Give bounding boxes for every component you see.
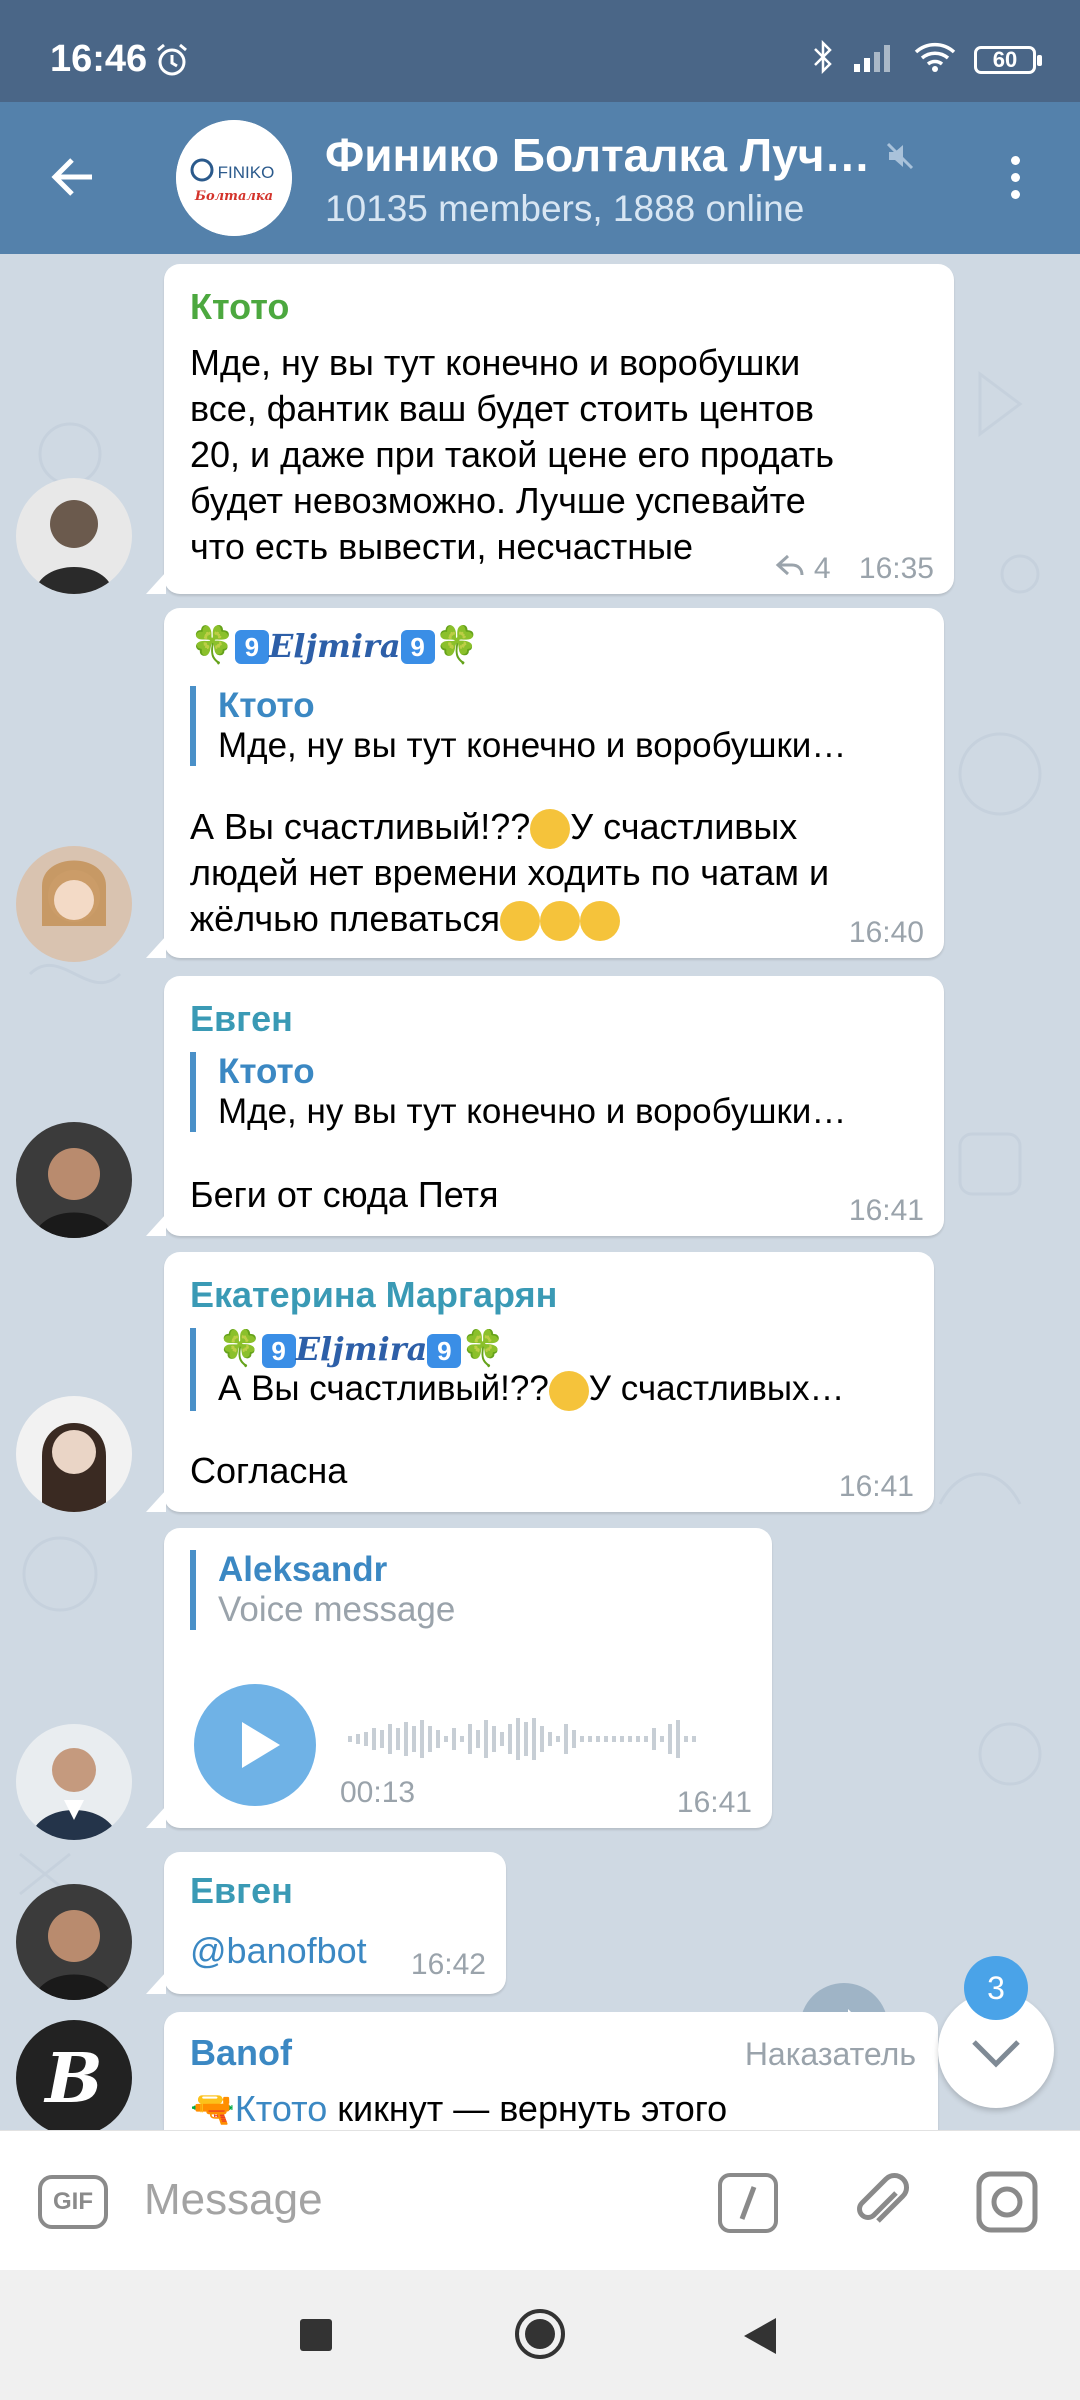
- camera-icon[interactable]: [974, 2169, 1040, 2240]
- avatar[interactable]: [16, 1396, 132, 1512]
- laughing-emoji: [580, 901, 621, 942]
- wifi-icon: [914, 41, 956, 78]
- smile-emoji: [548, 1370, 589, 1411]
- avatar[interactable]: [16, 1724, 132, 1840]
- reply-name: Aleksandr: [218, 1550, 388, 1589]
- sender-name[interactable]: Евген: [190, 1870, 293, 1912]
- reply-preview[interactable]: 🍀 9 Eljmira 9 🍀 А Вы счастливый!?? У счастлив…: [190, 1328, 908, 1411]
- message-bubble[interactable]: 🍀 9 Eljmira 9 🍀 Ктото Мде, ну вы тут конечно…: [146, 608, 944, 958]
- reply-arrow-icon[interactable]: [774, 552, 806, 585]
- avatar[interactable]: [16, 1122, 132, 1238]
- signal-icon: [852, 42, 896, 77]
- avatar-caption: Болталка: [194, 189, 273, 204]
- unread-badge[interactable]: 3: [964, 1956, 1028, 2020]
- reply-count[interactable]: 4: [814, 552, 831, 585]
- avatar[interactable]: [16, 478, 132, 594]
- bot-commands-icon[interactable]: [716, 2171, 780, 2240]
- message-text: А Вы счастливый!?? У счастливых людей нет…: [190, 804, 829, 942]
- message-time: 16:41: [838, 1470, 914, 1503]
- back-nav-icon[interactable]: [740, 2316, 780, 2361]
- attach-icon[interactable]: [848, 2169, 914, 2240]
- reply-preview[interactable]: Ктото Мде, ну вы тут конечно и воробушки…: [190, 686, 918, 766]
- sender-name[interactable]: 🍀 9 Eljmira 9 🍀: [190, 624, 479, 666]
- mention-link[interactable]: @banofbot: [190, 1928, 367, 1974]
- avatar-brand: FINIKO: [218, 163, 275, 182]
- reply-text: Мде, ну вы тут конечно и воробушки…: [218, 1092, 847, 1131]
- voice-waveform[interactable]: [348, 1714, 704, 1764]
- water-gun-icon: 🔫: [190, 2088, 235, 2129]
- clover-icon: 🍀: [434, 624, 480, 665]
- reply-text: Voice message: [218, 1590, 456, 1629]
- back-arrow-icon[interactable]: [48, 152, 98, 207]
- group-avatar[interactable]: FINIKO Болталка: [176, 120, 292, 236]
- message-bubble[interactable]: Ктото Мде, ну вы тут конечно и воробушки…: [146, 264, 954, 594]
- svg-text:B: B: [43, 2039, 102, 2119]
- message-bubble[interactable]: Евген @banofbot 16:42: [146, 1852, 506, 1994]
- bluetooth-icon: [812, 39, 834, 79]
- muted-icon: [884, 140, 916, 177]
- sender-name[interactable]: Екатерина Маргарян: [190, 1274, 557, 1316]
- gif-button[interactable]: GIF: [38, 2175, 108, 2229]
- reply-preview[interactable]: Ктото Мде, ну вы тут конечно и воробушки…: [190, 1052, 918, 1132]
- status-time: 16:46: [50, 38, 148, 80]
- play-icon: [242, 1722, 280, 1768]
- message-bubble[interactable]: Евген Ктото Мде, ну вы тут конечно и вор…: [146, 976, 944, 1236]
- system-navigation-bar: [0, 2270, 1080, 2400]
- message-bubble[interactable]: Екатерина Маргарян 🍀 9 Eljmira 9 🍀 А Вы счас…: [146, 1252, 934, 1512]
- chat-subtitle: 10135 members, 1888 online: [325, 188, 805, 229]
- chat-title[interactable]: Финико Болталка Луч…: [325, 128, 870, 182]
- laughing-emoji: [500, 901, 541, 942]
- alarm-icon: [154, 42, 190, 83]
- more-menu-icon[interactable]: [1000, 152, 1030, 212]
- clover-icon: 🍀: [461, 1329, 505, 1368]
- chat-header: FINIKO Болталка Финико Болталка Луч… 101…: [0, 102, 1080, 254]
- message-time: 16:42: [410, 1948, 486, 1981]
- status-bar: 16:46 60: [0, 0, 1080, 102]
- reply-name: Ктото: [218, 686, 315, 725]
- clover-icon: 🍀: [190, 624, 235, 665]
- smile-emoji: [530, 809, 571, 850]
- clover-icon: 🍀: [218, 1329, 262, 1368]
- admin-badge: Наказатель: [744, 2036, 916, 2072]
- avatar[interactable]: [16, 846, 132, 962]
- message-time: 16:41: [676, 1786, 752, 1819]
- message-meta: 4 16:35: [774, 552, 934, 586]
- message-list[interactable]: Ктото Мде, ну вы тут конечно и воробушки…: [0, 254, 1080, 2130]
- reply-text: Мде, ну вы тут конечно и воробушки…: [218, 726, 847, 765]
- laughing-emoji: [540, 901, 581, 942]
- reply-preview[interactable]: Aleksandr Voice message: [190, 1550, 758, 1630]
- avatar[interactable]: B: [16, 2020, 132, 2130]
- message-text: 🔫Ктото кикнут — вернуть этого: [190, 2088, 728, 2129]
- avatar[interactable]: [16, 1884, 132, 2000]
- sender-name[interactable]: Евген: [190, 998, 293, 1040]
- sender-name[interactable]: Ктото: [190, 286, 289, 328]
- mention-link[interactable]: Ктото: [235, 2088, 327, 2129]
- message-text: Мде, ну вы тут конечно и воробушки все, ф…: [190, 342, 835, 567]
- message-composer: GIF Message: [0, 2130, 1080, 2271]
- battery-icon: 60: [974, 45, 1042, 74]
- play-button[interactable]: [194, 1684, 316, 1806]
- home-icon[interactable]: [514, 2308, 566, 2365]
- reply-name: 🍀 9 Eljmira 9 🍀: [218, 1329, 505, 1368]
- reply-name: Ктото: [218, 1052, 315, 1091]
- voice-duration: 00:13: [340, 1776, 416, 1809]
- reply-text: А Вы счастливый!?? У счастливых…: [218, 1369, 908, 1411]
- message-text: Согласна: [190, 1450, 348, 1491]
- message-time: 16:41: [848, 1194, 924, 1227]
- message-time: 16:40: [848, 916, 924, 949]
- sender-name[interactable]: Banof: [190, 2032, 292, 2074]
- message-text: Беги от сюда Петя: [190, 1174, 499, 1215]
- message-bubble[interactable]: Banof Наказатель 🔫Ктото кикнут — вернуть…: [164, 2012, 938, 2130]
- message-time: 16:35: [858, 552, 934, 585]
- recents-icon[interactable]: [298, 2317, 334, 2358]
- message-bubble[interactable]: Aleksandr Voice message 00:13 16:41: [146, 1528, 772, 1828]
- message-input[interactable]: Message: [144, 2175, 323, 2225]
